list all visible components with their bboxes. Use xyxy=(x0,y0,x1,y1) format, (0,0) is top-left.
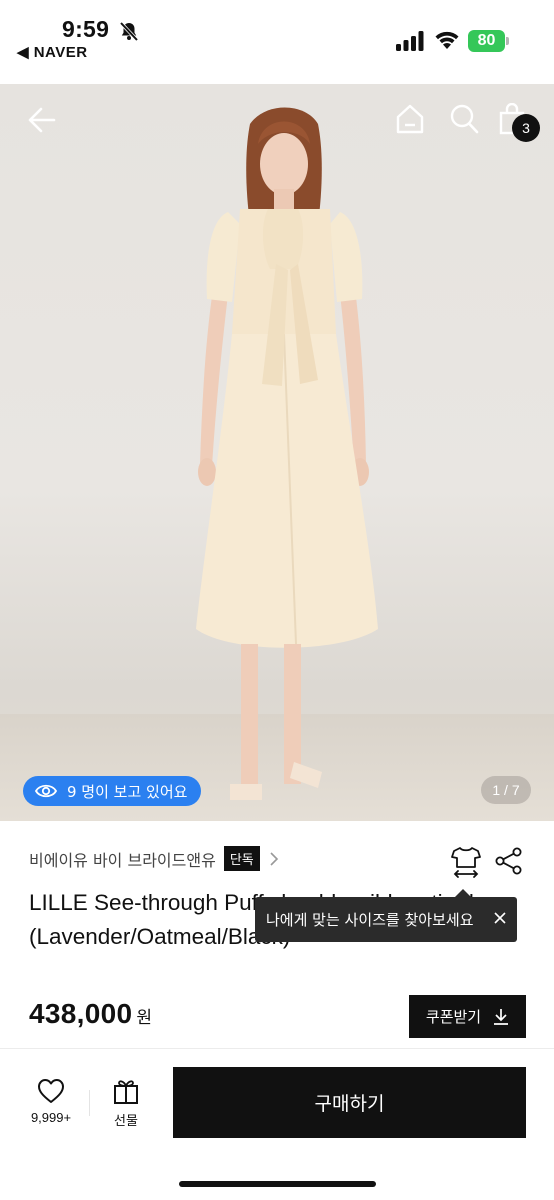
gift-label: 선물 xyxy=(114,1114,138,1129)
status-time: 9:59 xyxy=(62,16,110,42)
chevron-right-icon xyxy=(270,851,278,866)
home-icon[interactable] xyxy=(394,103,426,135)
gift-icon xyxy=(114,1080,138,1104)
brand-link[interactable]: 비에이유 바이 브라이드앤유 단독 xyxy=(29,846,280,871)
wifi-icon xyxy=(435,31,459,49)
share-icon[interactable] xyxy=(494,846,524,876)
size-finder-tooltip[interactable]: 나에게 맞는 사이즈를 찾아보세요 xyxy=(255,889,517,942)
gift-button[interactable]: 선물 xyxy=(104,1078,148,1130)
eye-icon xyxy=(35,784,57,798)
product-photo xyxy=(196,107,378,800)
close-icon[interactable] xyxy=(493,911,507,925)
viewers-pill: 9 명이 보고 있어요 xyxy=(23,776,202,806)
battery-level: 80 xyxy=(468,30,505,52)
back-to-app-link[interactable]: ◀ NAVER xyxy=(17,43,88,61)
like-button[interactable]: 9,999+ xyxy=(22,1078,80,1130)
product-price: 438,000 xyxy=(29,998,133,1029)
image-counter: 1 / 7 xyxy=(481,776,531,804)
cellular-signal-icon xyxy=(396,31,424,51)
price-row: 438,000 원 xyxy=(29,998,152,1030)
battery-cap xyxy=(506,37,509,45)
download-icon xyxy=(494,1008,509,1025)
viewers-text: 9 명이 보고 있어요 xyxy=(67,782,188,801)
size-fit-icon[interactable] xyxy=(448,845,484,879)
back-arrow-icon[interactable] xyxy=(26,104,58,136)
coupon-label: 쿠폰받기 xyxy=(425,1008,482,1026)
cart-count-badge[interactable]: 3 xyxy=(512,114,540,142)
heart-icon xyxy=(38,1079,64,1103)
search-icon[interactable] xyxy=(449,103,479,135)
bell-muted-icon xyxy=(119,21,139,42)
get-coupon-button[interactable]: 쿠폰받기 xyxy=(409,995,526,1038)
brand-name: 비에이유 바이 브라이드앤유 xyxy=(29,850,216,870)
action-separator xyxy=(89,1090,90,1116)
product-image-carousel[interactable] xyxy=(0,84,554,821)
tooltip-text: 나에게 맞는 사이즈를 찾아보세요 xyxy=(266,911,474,929)
exclusive-badge: 단독 xyxy=(223,846,260,871)
price-currency: 원 xyxy=(136,1008,152,1028)
like-count: 9,999+ xyxy=(30,1110,72,1125)
buy-button[interactable]: 구매하기 xyxy=(173,1067,526,1138)
home-indicator[interactable] xyxy=(179,1181,376,1187)
battery-indicator: 80 xyxy=(468,30,509,52)
status-bar: 9:59 ◀ NAVER 80 xyxy=(0,0,554,84)
